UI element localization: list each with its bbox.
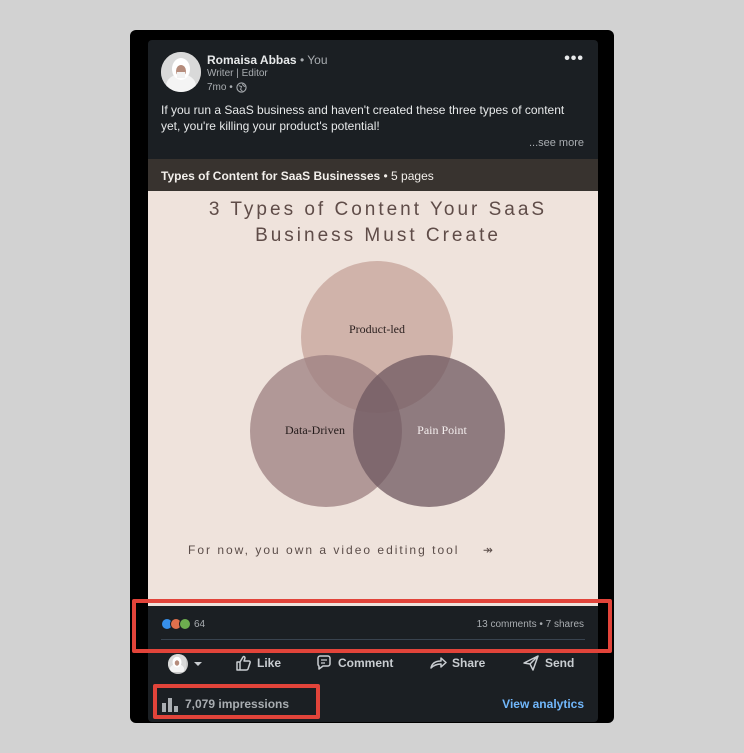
view-analytics-link[interactable]: View analytics (502, 697, 584, 711)
reaction-identity-selector[interactable] (168, 654, 203, 674)
author-headline: Writer | Editor (207, 68, 268, 79)
highlight-stats-box (132, 599, 612, 653)
author-you-label: • You (299, 53, 328, 67)
comment-label: Comment (338, 656, 394, 670)
author-avatar[interactable] (161, 52, 201, 92)
send-icon (523, 655, 539, 671)
share-icon (430, 657, 447, 669)
chevron-down-icon (194, 662, 202, 666)
arrow-right-icon: ↠ (482, 543, 495, 557)
document-title: Types of Content for SaaS Businesses • 5… (161, 169, 434, 183)
highlight-impressions-box (153, 684, 320, 719)
venn-label-pain-point: Pain Point (417, 423, 467, 437)
like-button[interactable]: Like (234, 654, 281, 672)
avatar (168, 654, 188, 674)
post-time: 7mo • (207, 82, 233, 93)
globe-icon (236, 82, 247, 93)
document-slide[interactable]: 3 Types of Content Your SaaS Business Mu… (148, 191, 598, 606)
comment-button[interactable]: Comment (315, 654, 393, 672)
slide-footer: For now, you own a video editing tool ↠ (188, 543, 495, 557)
comment-icon (317, 655, 331, 670)
share-label: Share (452, 656, 486, 670)
send-label: Send (545, 656, 575, 670)
post-text: If you run a SaaS business and haven't c… (161, 103, 565, 133)
venn-label-data-driven: Data-Driven (285, 423, 345, 437)
like-label: Like (257, 656, 282, 670)
more-options-icon[interactable]: ••• (564, 50, 584, 68)
see-more-link[interactable]: ...see more (529, 137, 584, 149)
document-header[interactable]: Types of Content for SaaS Businesses • 5… (148, 159, 598, 191)
post-meta: 7mo • (207, 82, 247, 93)
author-name[interactable]: Romaisa Abbas • You (207, 53, 328, 67)
thumbs-up-icon (236, 655, 251, 671)
venn-label-product-led: Product-led (349, 322, 405, 336)
send-button[interactable]: Send (522, 654, 574, 672)
action-bar: Like Comment Share Send (148, 650, 598, 678)
share-button[interactable]: Share (429, 654, 485, 672)
document-page-count: • 5 pages (383, 169, 434, 183)
